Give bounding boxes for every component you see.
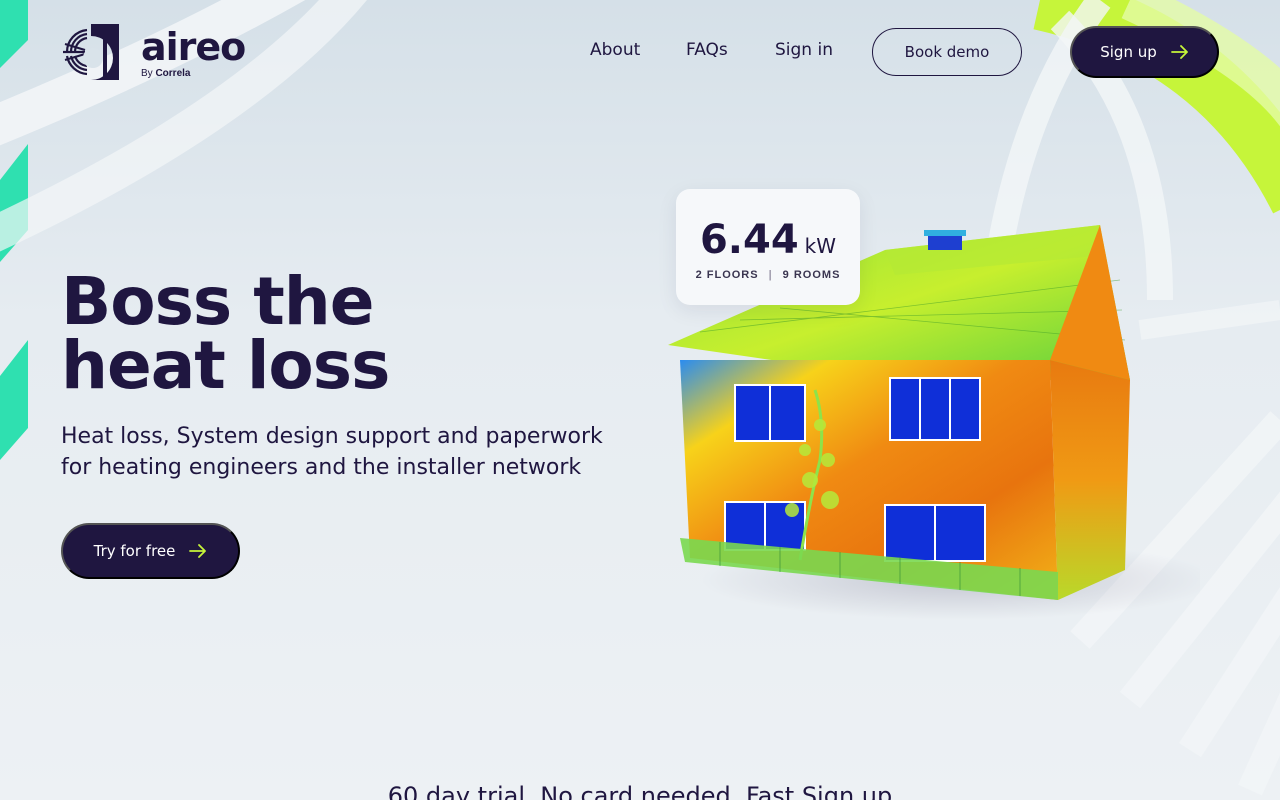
stat-value: 6.44: [699, 217, 799, 263]
arrow-right-icon: [189, 544, 207, 558]
hero-subtitle-line1: Heat loss, System design support and pap…: [61, 424, 603, 449]
try-for-free-button[interactable]: Try for free: [61, 523, 240, 579]
aireo-logo-icon: [63, 24, 119, 80]
signup-label: Sign up: [1100, 43, 1157, 61]
heat-loss-stat-card: 6.44 kW 2 FLOORS | 9 ROOMS: [676, 189, 860, 305]
try-for-free-label: Try for free: [93, 542, 176, 560]
stat-value-row: 6.44 kW: [676, 217, 860, 263]
nav-about-link[interactable]: About: [590, 40, 640, 60]
nav-faqs-link[interactable]: FAQs: [686, 40, 728, 60]
brand-name: aireo: [141, 25, 246, 69]
hero-subtitle-line2: for heating engineers and the installer …: [61, 455, 582, 480]
brand-by-name: Correla: [155, 68, 191, 79]
arrow-right-icon: [1170, 45, 1188, 59]
hero-title-line1: Boss the: [61, 263, 375, 340]
stat-separator: |: [768, 269, 773, 281]
stat-floors: 2 FLOORS: [695, 269, 759, 281]
site-header: aireo By Correla About FAQs Sign in Book…: [0, 0, 1280, 104]
stat-unit: kW: [804, 234, 837, 258]
brand-byline: By Correla: [141, 68, 245, 79]
brand-by-prefix: By: [141, 68, 153, 79]
hero-subtitle: Heat loss, System design support and pap…: [61, 421, 641, 483]
stat-meta: 2 FLOORS | 9 ROOMS: [676, 269, 860, 281]
stat-rooms: 9 ROOMS: [782, 269, 841, 281]
trial-banner: 60 day trial. No card needed. Fast Sign …: [387, 782, 893, 800]
home-logo-link[interactable]: aireo By Correla: [61, 24, 246, 80]
book-demo-button[interactable]: Book demo: [872, 28, 1022, 76]
nav-signin-link[interactable]: Sign in: [775, 40, 833, 60]
signup-button[interactable]: Sign up: [1070, 26, 1219, 78]
book-demo-label: Book demo: [904, 43, 990, 61]
hero-title: Boss the heat loss: [61, 263, 581, 404]
hero-title-line2: heat loss: [61, 327, 390, 404]
